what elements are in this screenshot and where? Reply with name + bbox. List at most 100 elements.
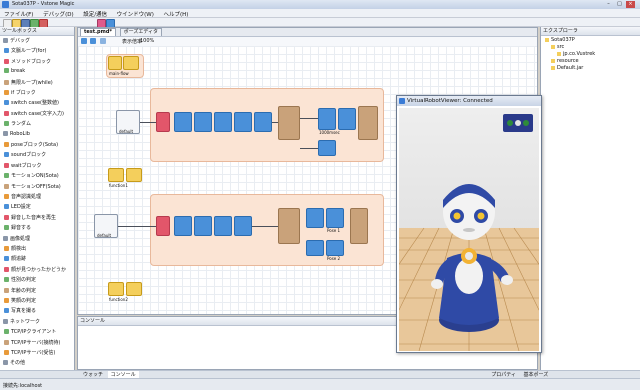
toolbox-item-label: ランダム	[11, 121, 32, 128]
function-node[interactable]	[108, 282, 124, 296]
zoom-value[interactable]: 100%	[140, 38, 154, 44]
tab-test-pmd[interactable]: test.pmd*	[80, 28, 117, 36]
pose-block[interactable]	[234, 216, 252, 236]
toolbox-item[interactable]: メソッドブロック	[4, 58, 51, 65]
toolbox-item[interactable]: 文脈ループ(for)	[4, 47, 46, 54]
toolbox-item-label: TCP/IPクライアント	[11, 329, 57, 336]
toolbox-item-label: 録音する	[11, 225, 32, 232]
toolbox-item[interactable]: 録音した音声を再生	[4, 214, 56, 221]
toolbox-item[interactable]: モーションON(Sota)	[4, 172, 59, 179]
toolbox-category[interactable]: その他	[3, 359, 25, 366]
pose-block[interactable]	[214, 216, 232, 236]
start-node[interactable]	[108, 56, 122, 70]
menu-bar: ファイル(F) デバッグ(D) 設定/通信 ウインドウ(W) ヘルプ(H)	[0, 9, 640, 18]
toolbox-item[interactable]: 年齢の判定	[4, 287, 36, 294]
toolbox-item[interactable]: poseブロック(Sota)	[4, 141, 58, 148]
toolbox-category[interactable]: 画像処理	[3, 235, 30, 242]
toolbox-item[interactable]: LED設定	[4, 203, 31, 210]
pose-block[interactable]	[194, 112, 212, 132]
pose-block[interactable]	[214, 112, 232, 132]
pose-block[interactable]	[326, 208, 344, 228]
explorer-panel: エクスプローラ Sota037P src jp.co.Vustrek resource…	[540, 27, 640, 370]
function-node-2[interactable]	[126, 282, 142, 296]
toolbox-item[interactable]: if ブロック	[4, 89, 36, 96]
toolbox-item[interactable]: 無限ループ(while)	[4, 79, 53, 86]
explorer-item[interactable]: resource	[551, 58, 579, 64]
default-label: default	[97, 233, 112, 238]
undo-icon[interactable]	[81, 38, 87, 44]
close-button[interactable]: ×	[626, 1, 635, 8]
toolbox-item[interactable]: 顔が見つかったかどうか	[4, 266, 66, 273]
toolbox-item[interactable]: 音声認識処理	[4, 193, 41, 200]
function-node[interactable]	[108, 168, 124, 182]
toolbox-item[interactable]: waitブロック	[4, 162, 42, 169]
pose-block[interactable]	[234, 112, 252, 132]
bottom-tab-bar: ウォッチ コンソール プロパティ 基本ポーズ	[0, 370, 640, 379]
toolbox-item[interactable]: TCP/IPサーバ(受信)	[4, 349, 55, 356]
merge-node[interactable]	[350, 208, 368, 244]
branch-node[interactable]	[278, 106, 300, 140]
explorer-item[interactable]: Default.jar	[551, 65, 583, 71]
connector	[300, 118, 318, 119]
toolbox-item[interactable]: 写真を撮る	[4, 307, 36, 314]
pose-block[interactable]	[306, 240, 324, 256]
tab-pose-editor[interactable]: ポーズエディタ	[119, 28, 163, 36]
pose-block[interactable]	[326, 240, 344, 256]
led-left-icon	[507, 120, 513, 126]
connector	[118, 226, 156, 227]
toolbox-item-label: その他	[10, 360, 26, 367]
start-node-2[interactable]	[123, 56, 139, 70]
toolbox-item-label: soundブロック	[11, 152, 47, 159]
maximize-button[interactable]: □	[615, 1, 624, 8]
pose1-label: Pose 1	[327, 228, 341, 233]
pose2-label: Pose 2	[327, 256, 341, 261]
explorer-item[interactable]: jp.co.Vustrek	[557, 51, 595, 57]
block-icon	[4, 266, 9, 272]
pose-block[interactable]	[194, 216, 212, 236]
toolbox-title: ツールボックス	[0, 27, 74, 36]
default-label: default	[119, 129, 134, 134]
toolbox-category[interactable]: デバッグ	[3, 37, 30, 44]
toolbox-category[interactable]: RoboLib	[3, 130, 30, 137]
block-icon	[4, 339, 9, 345]
toolbox-item[interactable]: モーションOFF(Sota)	[4, 183, 61, 190]
pose-block[interactable]	[174, 112, 192, 132]
toolbox-item[interactable]: break	[4, 68, 25, 74]
toolbox-category[interactable]: ネットワーク	[3, 318, 40, 325]
redo-icon[interactable]	[90, 38, 96, 44]
block-icon	[4, 142, 9, 147]
function-node-2[interactable]	[126, 168, 142, 182]
robot-3d-scene[interactable]	[399, 108, 539, 351]
toolbox-item-label: モーションON(Sota)	[11, 173, 59, 180]
toolbox-item[interactable]: 録音する	[4, 224, 31, 231]
explorer-item[interactable]: Sota037P	[545, 37, 575, 43]
toolbox-item[interactable]: 性別の判定	[4, 276, 36, 283]
condition-node[interactable]	[156, 216, 170, 236]
pose-block[interactable]	[174, 216, 192, 236]
toolbox-item-label: RoboLib	[10, 130, 30, 137]
toolbox-item[interactable]: 顔追跡	[4, 255, 26, 262]
window-title: Sota037P - Vstone Magic	[12, 1, 75, 7]
merge-node[interactable]	[358, 106, 378, 140]
toolbox-item[interactable]: TCP/IPクライアント	[4, 328, 56, 335]
toolbox-item[interactable]: switch case(整数値)	[4, 99, 59, 106]
toolbox-item[interactable]: 顔検出	[4, 245, 26, 252]
explorer-item[interactable]: src	[551, 44, 564, 50]
toolbox-item[interactable]: switch case(文字入力)	[4, 110, 64, 117]
explorer-title: エクスプローラ	[541, 27, 640, 36]
toolbox-item[interactable]: 笑顔の判定	[4, 297, 36, 304]
condition-node[interactable]	[156, 112, 170, 132]
pose-block[interactable]	[254, 112, 272, 132]
folder-icon	[545, 37, 549, 42]
toolbox-item[interactable]: ランダム	[4, 120, 31, 127]
pose-block[interactable]	[306, 208, 324, 228]
toolbox-item[interactable]: soundブロック	[4, 151, 46, 158]
connector	[140, 122, 156, 123]
grid-icon[interactable]	[100, 38, 106, 44]
pose-block[interactable]	[338, 108, 356, 130]
pose-block[interactable]	[318, 140, 336, 156]
minimize-button[interactable]: –	[604, 1, 613, 8]
branch-node[interactable]	[278, 208, 300, 244]
pose-block[interactable]	[318, 108, 336, 130]
toolbox-item[interactable]: TCP/IPサーバ(接続待)	[4, 339, 60, 346]
